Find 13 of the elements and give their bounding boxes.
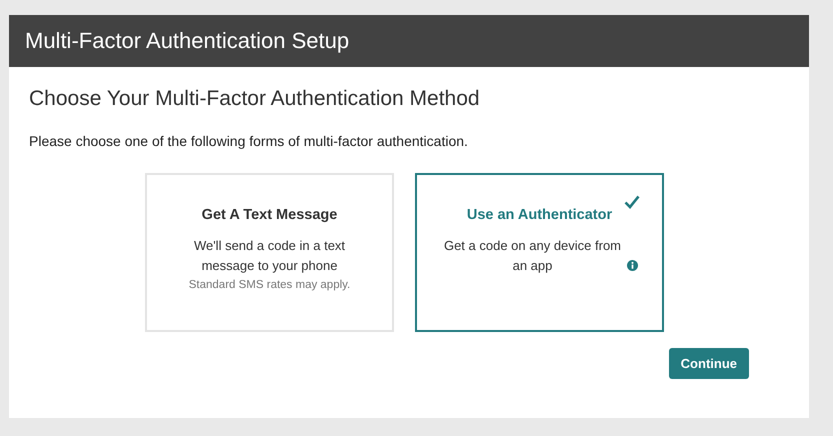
instructions-text: Please choose one of the following forms of multi-factor authentication.	[29, 133, 469, 149]
checkmark-icon	[624, 195, 640, 209]
option-note: Standard SMS rates may apply.	[188, 279, 352, 291]
option-title: Use an Authenticator	[466, 207, 614, 223]
option-card[interactable]: Get A Text Message We'll send a code in a text message to your phone Standard SMS rates may apply.	[145, 173, 394, 332]
option-title: Get A Text Message	[200, 207, 338, 223]
continue-button[interactable]: Continue	[668, 348, 749, 379]
option-description: Get a code on any device from an app	[442, 237, 622, 275]
page-heading: Choose Your Multi-Factor Authentication Method	[29, 87, 481, 111]
info-icon[interactable]	[626, 260, 638, 271]
window-title: Multi-Factor Authentication Setup	[25, 28, 350, 54]
option-description: We'll send a code in a text message to your phone	[192, 237, 346, 275]
option-card[interactable]: Use an Authenticator Get a code on any device from an app	[415, 173, 664, 332]
